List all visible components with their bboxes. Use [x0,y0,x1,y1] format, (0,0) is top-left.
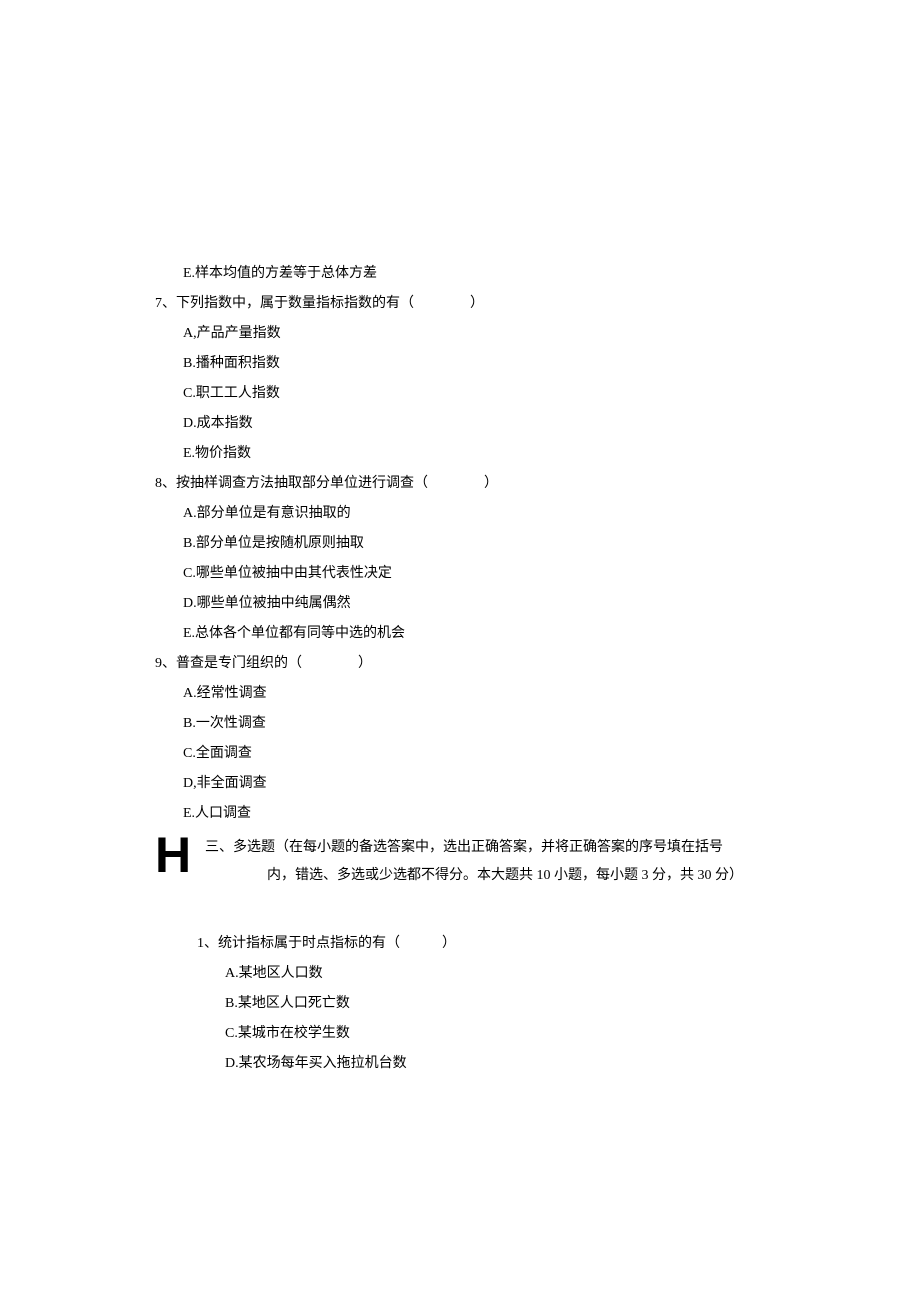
section-3-header: H 三、多选题（在每小题的备选答案中，选出正确答案，并将正确答案的序号填在括号 … [155,834,770,890]
prev-question-option-e: E.样本均值的方差等于总体方差 [183,260,770,288]
question-9-stem: 9、普查是专门组织的（ ） [155,650,770,678]
question-9-option-b: B.一次性调查 [183,710,770,738]
h-marker-icon: H [155,830,189,880]
question-7-option-e: E.物价指数 [183,440,770,468]
s3-question-1-stem: 1、统计指标属于时点指标的有（ ） [197,930,770,958]
s3-question-1-option-a: A.某地区人口数 [225,960,770,988]
question-9-option-d: D,非全面调查 [183,770,770,798]
section-3-instruction-line1: 三、多选题（在每小题的备选答案中，选出正确答案，并将正确答案的序号填在括号 [205,834,770,862]
question-9-option-c: C.全面调查 [183,740,770,768]
s3-question-1-option-b: B.某地区人口死亡数 [225,990,770,1018]
question-7-stem: 7、下列指数中，属于数量指标指数的有（ ） [155,290,770,318]
question-8-option-a: A.部分单位是有意识抽取的 [183,500,770,528]
question-7-option-d: D.成本指数 [183,410,770,438]
question-7-option-b: B.播种面积指数 [183,350,770,378]
s3-question-1-option-c: C.某城市在校学生数 [225,1020,770,1048]
question-8-option-b: B.部分单位是按随机原则抽取 [183,530,770,558]
question-7-option-c: C.职工工人指数 [183,380,770,408]
section-3-instruction-line2: 内，错选、多选或少选都不得分。本大题共 10 小题，每小题 3 分，共 30 分… [267,862,770,890]
document-body: E.样本均值的方差等于总体方差 7、下列指数中，属于数量指标指数的有（ ） A,… [155,260,770,1080]
question-8-option-e: E.总体各个单位都有同等中选的机会 [183,620,770,648]
section-3-question-1: 1、统计指标属于时点指标的有（ ） A.某地区人口数 B.某地区人口死亡数 C.… [197,930,770,1078]
question-8-option-d: D.哪些单位被抽中纯属偶然 [183,590,770,618]
question-9-option-e: E.人口调查 [183,800,770,828]
question-7-option-a: A,产品产量指数 [183,320,770,348]
question-8-stem: 8、按抽样调查方法抽取部分单位进行调查（ ） [155,470,770,498]
s3-question-1-option-d: D.某农场每年买入拖拉机台数 [225,1050,770,1078]
question-9-option-a: A.经常性调查 [183,680,770,708]
question-8-option-c: C.哪些单位被抽中由其代表性决定 [183,560,770,588]
